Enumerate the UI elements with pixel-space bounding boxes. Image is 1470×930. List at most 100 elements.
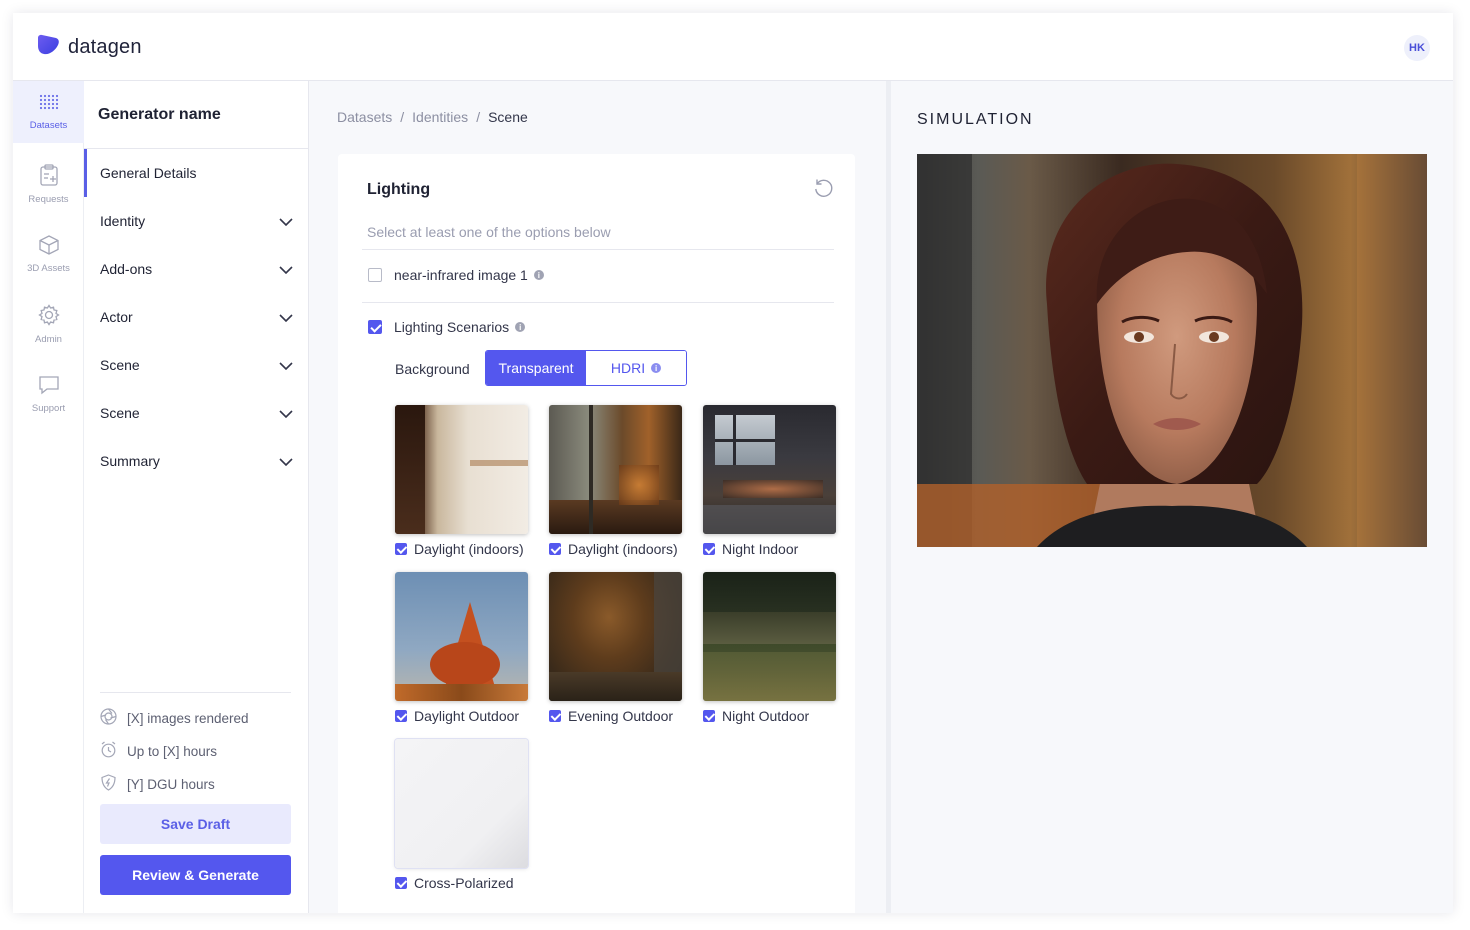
- nav-item-scene[interactable]: Scene: [84, 341, 309, 389]
- breadcrumb-separator: /: [400, 109, 405, 125]
- scenario-label: Night Outdoor: [722, 708, 810, 724]
- checkbox[interactable]: [703, 543, 715, 555]
- scenario-label: Daylight (indoors): [568, 541, 678, 557]
- breadcrumb: Datasets / Identities / Scene: [337, 109, 528, 125]
- checkbox[interactable]: [549, 543, 561, 555]
- nav-item-label: General Details: [100, 165, 197, 181]
- reset-icon[interactable]: [813, 178, 834, 204]
- option-lighting-scenarios[interactable]: Lighting Scenarios i: [368, 319, 526, 335]
- rail-item-admin[interactable]: Admin: [13, 293, 84, 355]
- rail-label: Datasets: [29, 119, 68, 131]
- option-label: Transparent: [498, 360, 574, 376]
- nav-item-identity[interactable]: Identity: [84, 197, 309, 245]
- rail-label: 3D Assets: [27, 262, 70, 274]
- stat-text: [Y] DGU hours: [127, 776, 215, 792]
- stat-images-rendered: [X] images rendered: [100, 708, 249, 728]
- divider: [100, 692, 291, 693]
- scenario-cross-polarized[interactable]: Cross-Polarized: [395, 739, 528, 891]
- grid-icon: [39, 94, 59, 115]
- stat-dgu-hours: [Y] DGU hours: [100, 774, 215, 794]
- checkbox[interactable]: [549, 710, 561, 722]
- chevron-down-icon: [279, 357, 293, 373]
- nav-item-label: Summary: [100, 453, 160, 469]
- divider: [362, 249, 834, 250]
- rail-label: Support: [31, 402, 66, 414]
- alarm-clock-icon: [100, 741, 117, 761]
- simulation-panel: SIMULATION: [891, 81, 1453, 913]
- review-generate-button[interactable]: Review & Generate: [100, 855, 291, 895]
- option-label: near-infrared image 1: [394, 267, 528, 283]
- top-bar: datagen HK: [13, 13, 1453, 81]
- generator-sidebar: Generator name General Details Identity …: [84, 81, 309, 913]
- chevron-down-icon: [279, 213, 293, 229]
- rail-label: Requests: [28, 193, 69, 205]
- info-icon[interactable]: i: [533, 270, 544, 280]
- scenario-night-indoor[interactable]: Night Indoor: [703, 405, 836, 557]
- scenario-daylight-indoors-1[interactable]: Daylight (indoors): [395, 405, 528, 557]
- save-draft-button[interactable]: Save Draft: [100, 804, 291, 844]
- nav-item-summary[interactable]: Summary: [84, 437, 309, 485]
- chat-icon: [38, 375, 60, 398]
- nav-item-scene-2[interactable]: Scene: [84, 389, 309, 437]
- scenario-thumbnail[interactable]: [549, 572, 682, 701]
- chevron-down-icon: [279, 309, 293, 325]
- checkbox[interactable]: [368, 268, 382, 282]
- checkbox[interactable]: [395, 543, 407, 555]
- checkbox[interactable]: [395, 877, 407, 889]
- scenario-thumbnail[interactable]: [703, 572, 836, 701]
- scenario-evening-outdoor[interactable]: Evening Outdoor: [549, 572, 682, 724]
- nav-item-add-ons[interactable]: Add-ons: [84, 245, 309, 293]
- info-icon[interactable]: i: [515, 322, 526, 332]
- rail-item-support[interactable]: Support: [13, 363, 84, 425]
- cube-icon: [38, 234, 60, 258]
- scenario-thumbnail[interactable]: [549, 405, 682, 534]
- scenario-label: Cross-Polarized: [414, 875, 514, 891]
- nav-item-actor[interactable]: Actor: [84, 293, 309, 341]
- transparent-option[interactable]: Transparent: [486, 351, 586, 385]
- avatar[interactable]: HK: [1404, 35, 1430, 61]
- breadcrumb-datasets[interactable]: Datasets: [337, 109, 392, 125]
- stat-hours: Up to [X] hours: [100, 741, 217, 761]
- hdri-option[interactable]: HDRI i: [586, 351, 686, 385]
- scenario-thumbnail[interactable]: [395, 405, 528, 534]
- scenario-label: Evening Outdoor: [568, 708, 674, 724]
- checkbox[interactable]: [703, 710, 715, 722]
- app-window: datagen HK Datasets Requests 3D Assets A…: [13, 13, 1453, 913]
- avatar-render-image: [917, 154, 1427, 547]
- scenario-thumbnail[interactable]: [395, 739, 528, 868]
- scenario-label: Daylight (indoors): [414, 541, 524, 557]
- nav-item-label: Scene: [100, 405, 140, 421]
- card-title: Lighting: [367, 181, 431, 198]
- app-name: datagen: [68, 36, 142, 58]
- scenario-daylight-outdoor[interactable]: Daylight Outdoor: [395, 572, 528, 724]
- checkbox[interactable]: [368, 320, 382, 334]
- scenario-daylight-indoors-2[interactable]: Daylight (indoors): [549, 405, 682, 557]
- rail-item-datasets[interactable]: Datasets: [13, 81, 84, 143]
- nav-item-general-details[interactable]: General Details: [84, 149, 309, 197]
- aperture-icon: [100, 708, 117, 728]
- checkbox[interactable]: [395, 710, 407, 722]
- option-label: HDRI: [610, 360, 646, 376]
- rail-label: Admin: [35, 333, 62, 345]
- gear-icon: [37, 303, 60, 329]
- scenario-night-outdoor[interactable]: Night Outdoor: [703, 572, 836, 724]
- info-icon[interactable]: i: [651, 363, 662, 373]
- shield-bolt-icon: [100, 774, 117, 794]
- breadcrumb-separator: /: [476, 109, 481, 125]
- clipboard-icon: [39, 163, 59, 189]
- scenario-thumbnail[interactable]: [703, 405, 836, 534]
- breadcrumb-scene: Scene: [488, 109, 528, 125]
- scenario-label: Daylight Outdoor: [414, 708, 520, 724]
- nav-item-label: Identity: [100, 213, 146, 229]
- rail-item-requests[interactable]: Requests: [13, 153, 84, 215]
- rail-item-3d-assets[interactable]: 3D Assets: [13, 223, 84, 285]
- option-near-infrared[interactable]: near-infrared image 1 i: [368, 267, 544, 283]
- chevron-down-icon: [279, 261, 293, 277]
- nav-item-label: Scene: [100, 357, 140, 373]
- logo[interactable]: datagen: [36, 34, 142, 61]
- nav-item-label: Add-ons: [100, 261, 153, 277]
- simulation-preview: [917, 154, 1427, 547]
- main-content: Datasets / Identities / Scene Lighting S…: [309, 81, 886, 913]
- breadcrumb-identities[interactable]: Identities: [412, 109, 468, 125]
- scenario-thumbnail[interactable]: [395, 572, 528, 701]
